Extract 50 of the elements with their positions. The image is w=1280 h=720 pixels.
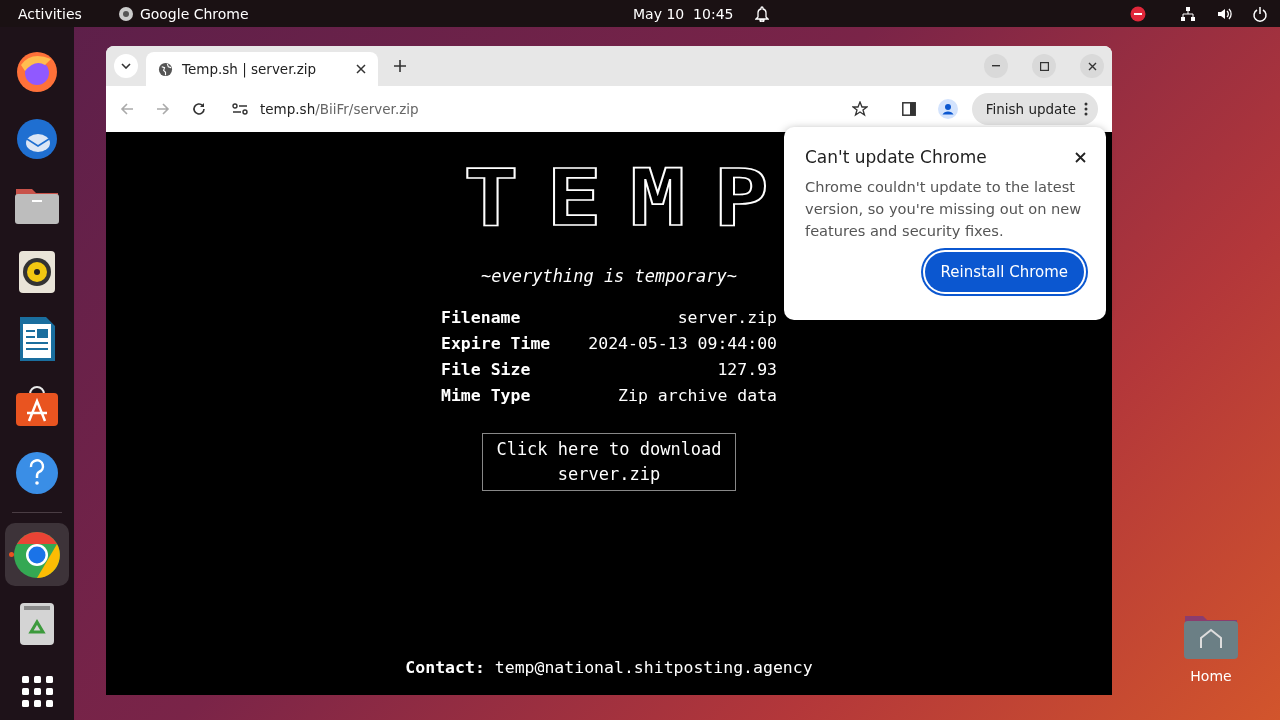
speaker-icon — [18, 249, 56, 294]
chevron-down-icon — [121, 63, 131, 69]
more-icon — [1084, 102, 1088, 116]
document-icon — [18, 315, 56, 362]
app-grid-icon — [21, 674, 53, 707]
close-icon[interactable] — [356, 64, 366, 74]
blocked-icon[interactable] — [1130, 5, 1146, 22]
maximize-icon — [1039, 61, 1049, 71]
home-label: Home — [1190, 668, 1232, 684]
close-icon[interactable] — [1075, 151, 1086, 163]
new-tab-icon[interactable] — [394, 60, 406, 72]
close-icon — [1087, 61, 1097, 71]
detail-value: server.zip — [676, 308, 777, 327]
trash-icon — [19, 601, 55, 646]
detail-value: 2024-05-13 09:44:00 — [588, 334, 777, 353]
detail-label: Expire Time — [441, 334, 551, 353]
help-icon — [15, 450, 59, 495]
globe-icon — [158, 61, 173, 77]
tab-search-button[interactable] — [114, 54, 138, 78]
dock-item[interactable] — [5, 523, 69, 587]
close-button[interactable] — [1080, 54, 1104, 78]
detail-value: Zip archive data — [617, 386, 777, 405]
tagline: ~everything is temporary~ — [481, 266, 737, 286]
detail-label: File Size — [441, 360, 532, 379]
reload-icon[interactable] — [192, 102, 206, 116]
shopping-bag-icon — [15, 384, 59, 427]
clock[interactable]: May 10 10:45 — [633, 5, 734, 22]
network-icon[interactable] — [1180, 5, 1196, 22]
download-button[interactable]: Click here to download server.zip — [482, 433, 736, 491]
contact-text: Contact: temp@national.shitposting.agency — [405, 658, 813, 677]
minimize-icon — [992, 65, 1000, 67]
tab-title: Temp.sh | server.zip — [182, 61, 318, 77]
power-icon[interactable] — [1252, 5, 1268, 22]
app-name[interactable]: Google Chrome — [139, 5, 249, 22]
dialog-message: Chrome couldn't update to the latest version, so you're missing out on new features and security fixes. — [805, 177, 1083, 241]
detail-label: Mime Type — [441, 386, 532, 405]
side-panel-icon[interactable] — [901, 102, 916, 116]
detail-label: Filename — [441, 308, 522, 327]
bell-icon[interactable] — [755, 5, 770, 22]
home-folder[interactable]: Home — [1183, 612, 1239, 684]
activities-button[interactable]: Activities — [0, 5, 100, 22]
maximize-button[interactable] — [1032, 54, 1056, 78]
dialog-title: Can't update Chrome — [805, 147, 987, 167]
detail-value: 127.93 — [716, 360, 777, 379]
profile-icon[interactable] — [937, 99, 958, 119]
star-icon[interactable] — [851, 101, 868, 117]
finish-update-button[interactable]: Finish update — [971, 93, 1098, 125]
browser-tab[interactable]: Temp.sh | server.zip — [146, 52, 378, 86]
site-settings-icon[interactable] — [232, 102, 248, 116]
url-text: temp.sh/BiiFr/server.zip — [260, 101, 419, 117]
